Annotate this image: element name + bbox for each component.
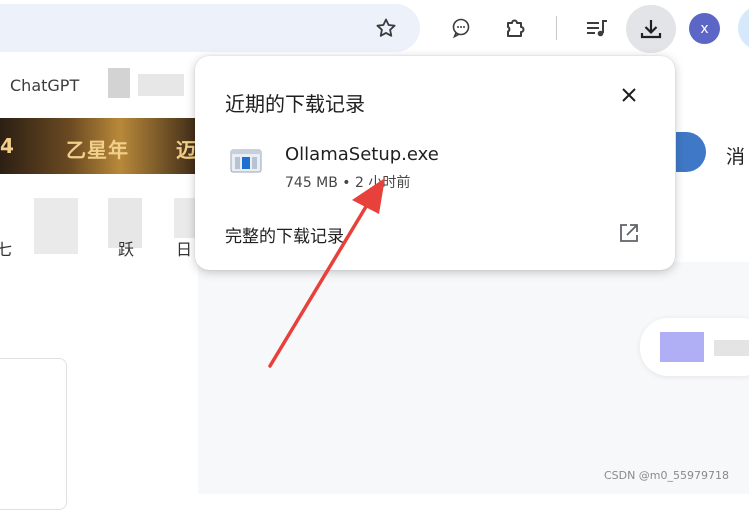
nav-blurred-icon[interactable] <box>34 198 78 254</box>
download-file-name: OllamaSetup.exe <box>285 144 439 165</box>
account-avatar[interactable] <box>738 6 749 50</box>
bookmark-blurred-2[interactable] <box>138 74 184 96</box>
content-card[interactable] <box>0 358 67 510</box>
profile-avatar[interactable]: x <box>689 13 720 44</box>
close-button[interactable] <box>614 80 644 110</box>
bookmark-star-icon[interactable] <box>370 12 402 44</box>
promo-banner[interactable]: 4 乙星年 迈 <box>0 118 200 174</box>
full-download-history-link[interactable]: 完整的下载记录 <box>225 222 344 247</box>
downloads-popup: 近期的下载记录 OllamaSetup.exe 745 MB • 2 小时前 完… <box>195 56 675 270</box>
banner-text-right: 迈 <box>176 138 196 162</box>
banner-text: 乙星年 <box>66 138 129 162</box>
download-file-meta: 745 MB • 2 小时前 <box>285 175 411 191</box>
open-in-new-tab-button[interactable] <box>616 220 642 246</box>
popup-title: 近期的下载记录 <box>225 92 365 116</box>
nav-label-2[interactable]: 跃 <box>118 236 134 260</box>
watermark: CSDN @m0_55979718 <box>603 469 729 482</box>
page-header-right: 消 <box>676 118 749 188</box>
browser-toolbar: x <box>0 0 749 60</box>
chat-bubble[interactable] <box>640 318 749 376</box>
nav-label-1[interactable]: 七 <box>0 236 12 260</box>
bubble-blurred-text <box>714 340 749 356</box>
extensions-puzzle-icon[interactable] <box>500 12 532 44</box>
downloads-button[interactable] <box>626 5 676 53</box>
globe-icon[interactable] <box>676 132 706 172</box>
main-content-area <box>198 262 749 494</box>
exe-file-icon <box>230 149 262 173</box>
open-external-icon <box>620 224 638 242</box>
header-nav-item[interactable]: 消 <box>726 142 745 169</box>
bookmark-chatgpt[interactable]: ChatGPT <box>10 76 79 95</box>
address-bar[interactable] <box>0 4 420 52</box>
bookmark-blurred[interactable] <box>108 68 130 98</box>
media-queue-icon[interactable] <box>581 12 613 44</box>
nav-blurred-icon-3[interactable] <box>174 198 196 238</box>
feedback-icon[interactable] <box>447 14 475 42</box>
category-nav: 七 跃 日 <box>0 190 200 262</box>
banner-text-left: 4 <box>0 134 14 158</box>
download-icon <box>640 20 662 39</box>
nav-label-3[interactable]: 日 <box>176 236 192 260</box>
toolbar-separator <box>556 16 557 40</box>
close-icon <box>622 88 636 102</box>
bubble-blurred-icon <box>660 332 704 362</box>
download-item[interactable]: OllamaSetup.exe 745 MB • 2 小时前 <box>215 136 655 192</box>
